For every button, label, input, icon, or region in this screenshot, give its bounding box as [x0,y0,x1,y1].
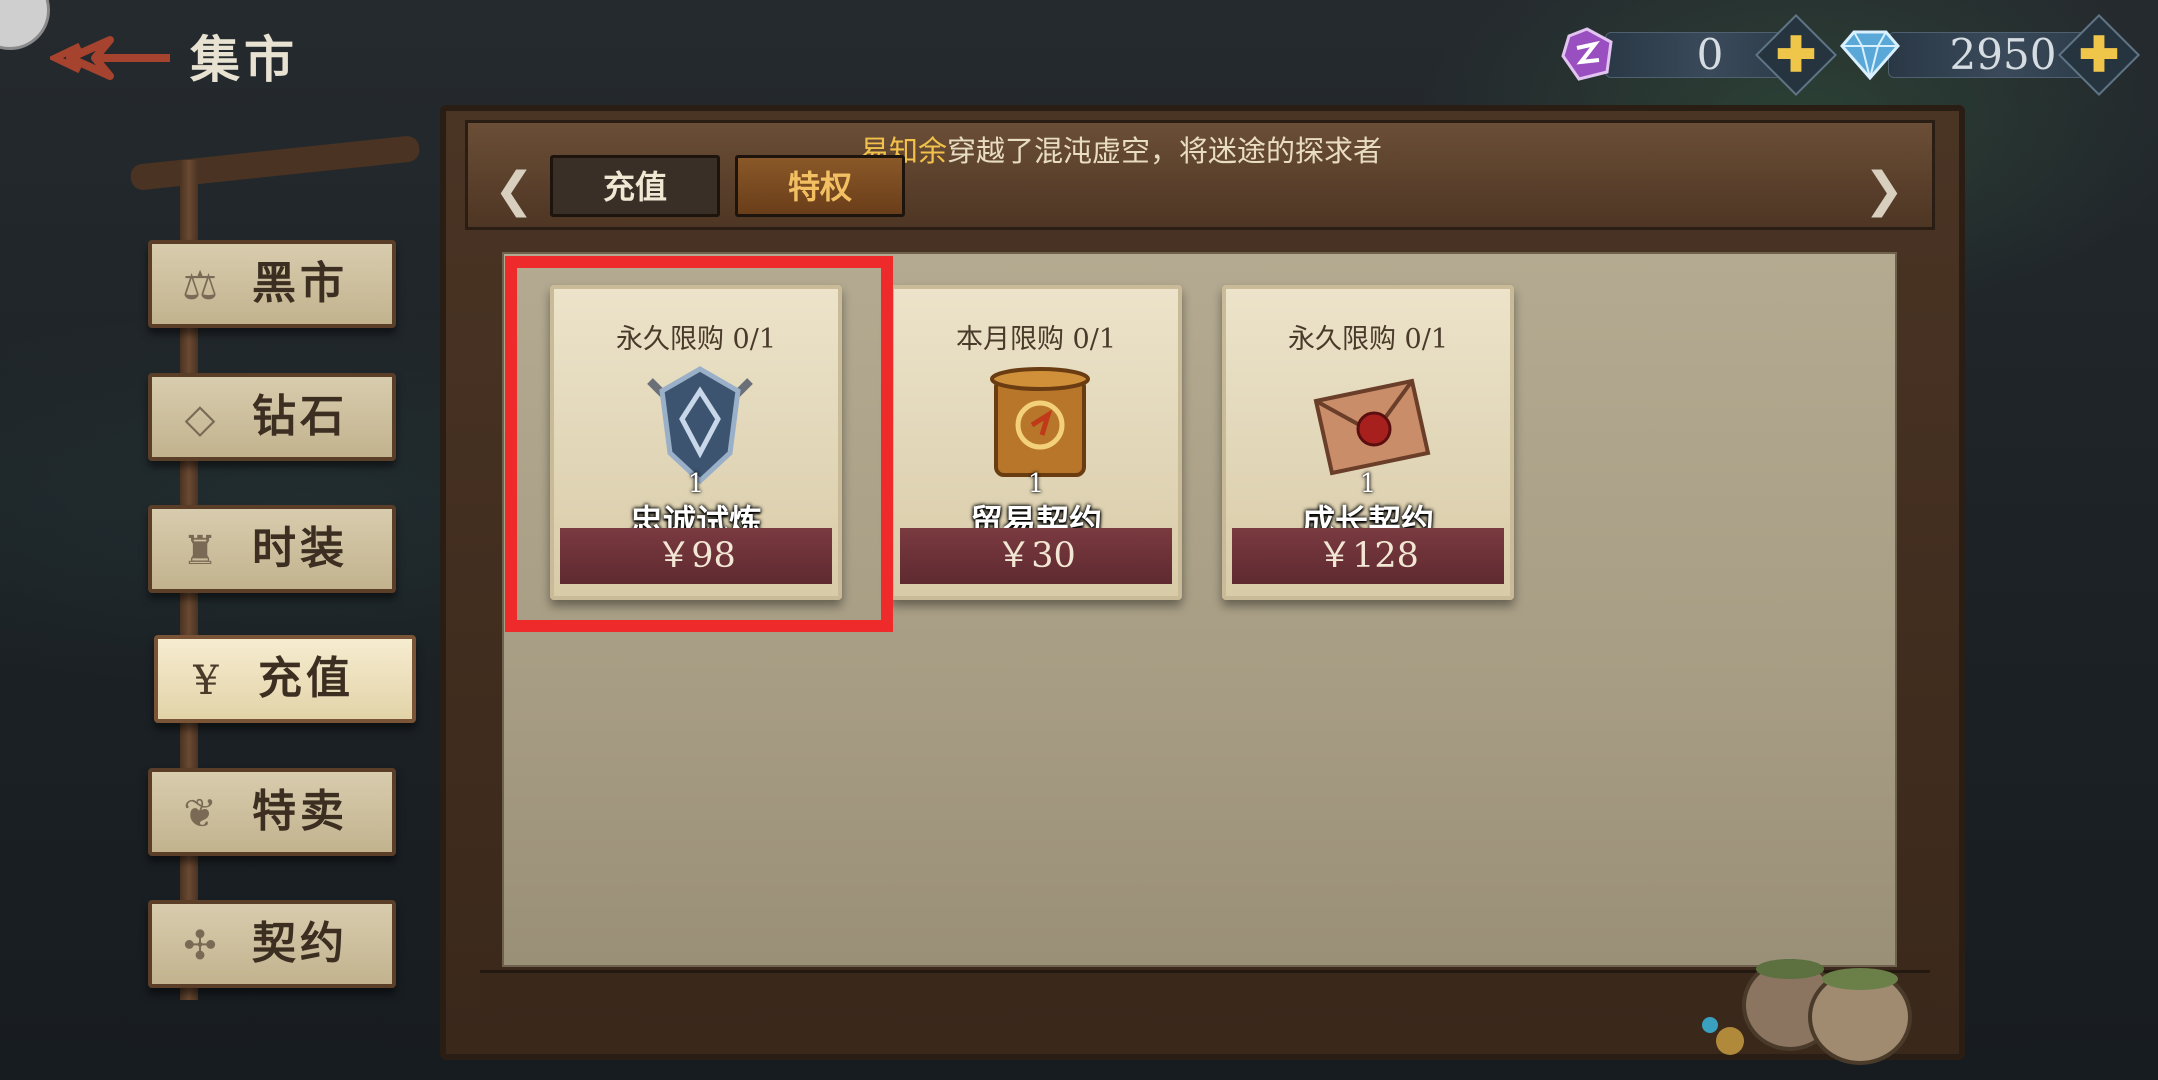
purple-token-icon [1555,22,1619,86]
menu-item-label: 特卖 [252,786,348,837]
selection-highlight-box [505,256,893,632]
purchase-limit: 本月限购 0/1 [955,324,1117,355]
product-card-trade-contract[interactable]: 本月限购 0/1 1 贸易契约 ￥30 [890,285,1182,600]
chevron-right-icon: ❯ [1863,162,1905,218]
scales-icon: ⚖ [182,263,218,309]
price-button[interactable]: ￥30 [900,528,1172,584]
menu-item-label: 钻石 [252,391,348,442]
announcement-marquee: 易知余穿越了混沌虚空，将迷途的探求者 [860,128,1430,174]
menu-item-diamond[interactable]: ◇ 钻石 [148,373,396,461]
purchase-limit: 永久限购 0/1 [1287,324,1449,355]
tab-next-button[interactable]: ❯ [1855,165,1913,215]
money-bag-icon: ¥ [193,658,219,704]
menu-item-label: 充值 [258,653,354,704]
menu-item-label: 时装 [252,523,348,574]
marquee-text: 穿越了混沌虚空，将迷途的探求者 [947,134,1383,168]
menu-item-black-market[interactable]: ⚖ 黑市 [148,240,396,328]
currency-diamond: 2950 ✚ [1838,13,2141,97]
tab-privilege[interactable]: 特权 [735,155,905,217]
menu-item-label: 黑市 [252,258,348,309]
add-token-button[interactable]: ✚ [1754,13,1838,97]
plus-icon: ✚ [2078,27,2120,83]
menu-item-contract[interactable]: ✣ 契约 [148,900,396,988]
menu-item-sale[interactable]: ❦ 特卖 [148,768,396,856]
add-diamond-button[interactable]: ✚ [2057,13,2141,97]
menu-item-outfit[interactable]: ♜ 时装 [148,505,396,593]
diamond-icon: ◇ [184,396,216,442]
price-button[interactable]: ￥128 [1232,528,1504,584]
tag-icon: ❦ [183,791,217,837]
diamond-icon [1838,22,1902,86]
coin-bags-decoration [1690,945,1930,1065]
tab-recharge[interactable]: 充值 [550,155,720,217]
puzzle-icon: ✣ [183,923,217,969]
currency-token: 0 ✚ [1555,13,1838,97]
menu-item-label: 契约 [252,918,348,969]
plus-icon: ✚ [1775,27,1817,83]
page-title: 集市 [190,30,298,89]
back-button[interactable] [46,28,175,88]
product-card-growth-contract[interactable]: 永久限购 0/1 1 成长契约 ￥128 [1222,285,1514,600]
chevron-left-icon: ❮ [493,162,535,218]
outfit-icon: ♜ [182,528,218,574]
tab-prev-button[interactable]: ❮ [485,165,543,215]
back-arrow-icon [46,36,170,80]
menu-item-recharge[interactable]: ¥ 充值 [154,635,416,723]
